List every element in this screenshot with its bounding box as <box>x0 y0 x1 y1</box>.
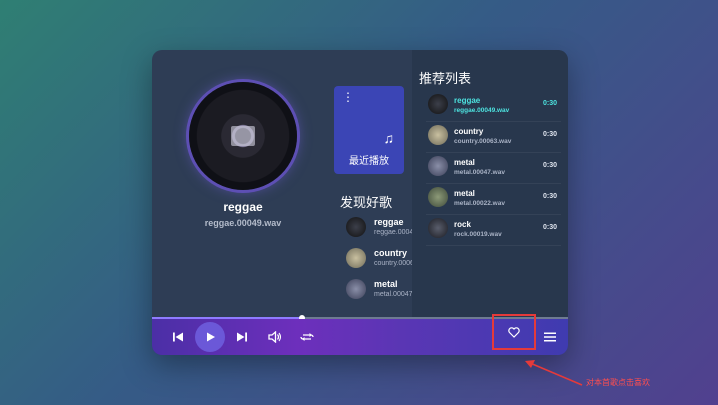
song-thumbnail <box>428 187 448 207</box>
song-title: country <box>454 127 484 136</box>
music-player-window: reggae reggae.00049.wav ⋮ ♫ 最近播放 发现好歌 re… <box>152 50 568 355</box>
table-row[interactable]: rock rock.00019.wav 0:30 <box>426 215 561 246</box>
song-file: metal.00022.wav <box>454 200 505 207</box>
volume-button[interactable] <box>266 319 284 355</box>
song-file: reggae.00049.wav <box>454 107 510 114</box>
song-title: metal <box>374 279 398 289</box>
table-row[interactable]: country country.00063.wav 0:30 <box>426 122 561 153</box>
skip-forward-icon <box>237 332 247 342</box>
table-row[interactable]: metal metal.00047.wav 0:30 <box>426 153 561 184</box>
recommend-title: 推荐列表 <box>419 71 472 86</box>
song-title: rock <box>454 220 471 229</box>
annotation-arrow <box>525 360 583 386</box>
list-item[interactable]: reggae reggae.00049.wav <box>346 214 432 245</box>
repeat-button[interactable] <box>298 319 316 355</box>
song-duration: 0:30 <box>542 193 557 200</box>
song-title: country <box>374 248 408 258</box>
album-disc <box>189 82 297 190</box>
song-thumbnail <box>428 125 448 145</box>
song-thumbnail <box>346 279 366 299</box>
menu-icon <box>544 332 556 342</box>
playlist-menu-button[interactable] <box>542 319 558 355</box>
heart-icon <box>508 326 520 338</box>
song-thumbnail <box>428 218 448 238</box>
play-icon <box>207 332 215 342</box>
song-thumbnail <box>346 248 366 268</box>
next-button[interactable] <box>234 319 250 355</box>
song-title: reggae <box>454 96 481 105</box>
repeat-icon <box>300 333 314 341</box>
recommend-panel: 推荐列表 reggae reggae.00049.wav 0:30 countr… <box>412 50 568 318</box>
song-title: metal <box>454 158 475 167</box>
list-item[interactable]: metal metal.00047.wav <box>346 276 427 307</box>
skip-back-icon <box>173 332 183 342</box>
discover-title: 发现好歌 <box>340 195 393 210</box>
song-title: metal <box>454 189 475 198</box>
list-item[interactable]: country country.00063.wav <box>346 245 432 276</box>
kebab-icon[interactable]: ⋮ <box>342 91 354 103</box>
song-thumbnail <box>346 217 366 237</box>
song-file: country.00063.wav <box>454 138 512 145</box>
song-file: rock.00019.wav <box>454 231 502 238</box>
song-title: reggae <box>374 217 404 227</box>
recent-play-card[interactable]: ⋮ ♫ 最近播放 <box>334 86 404 174</box>
song-duration: 0:30 <box>542 100 557 107</box>
recommend-list: reggae reggae.00049.wav 0:30 country cou… <box>426 91 561 246</box>
album-art-label <box>231 126 255 146</box>
song-duration: 0:30 <box>542 224 557 231</box>
now-playing-title: reggae <box>223 200 263 214</box>
volume-icon <box>268 331 282 343</box>
annotation-text: 对本首歌点击喜欢 <box>586 378 650 387</box>
discover-list: reggae reggae.00049.wav country country.… <box>346 214 432 307</box>
table-row[interactable]: metal metal.00022.wav 0:30 <box>426 184 561 215</box>
now-playing-file: reggae.00049.wav <box>204 218 282 228</box>
song-thumbnail <box>428 156 448 176</box>
song-duration: 0:30 <box>542 162 557 169</box>
like-button[interactable] <box>492 314 536 350</box>
music-note-icon: ♫ <box>383 130 395 146</box>
song-thumbnail <box>428 94 448 114</box>
song-duration: 0:30 <box>542 131 557 138</box>
recent-play-label: 最近播放 <box>349 156 389 167</box>
control-bar <box>152 314 568 355</box>
table-row[interactable]: reggae reggae.00049.wav 0:30 <box>426 91 561 122</box>
song-file: metal.00047.wav <box>454 169 505 176</box>
play-button[interactable] <box>195 322 225 352</box>
previous-button[interactable] <box>170 319 186 355</box>
